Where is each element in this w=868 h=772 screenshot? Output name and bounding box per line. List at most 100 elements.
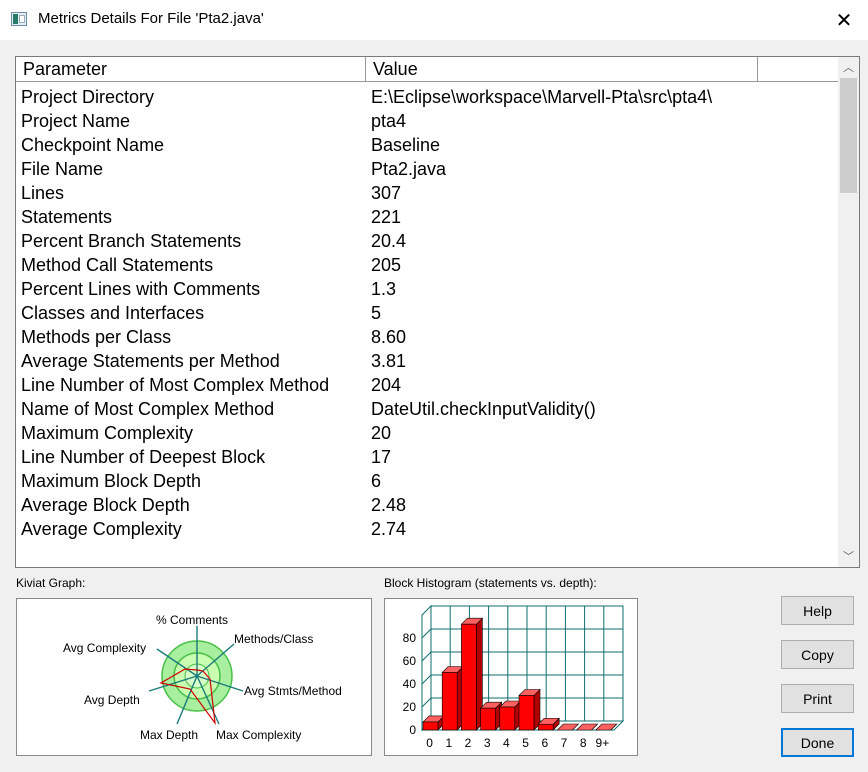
parameter-cell: Lines — [21, 183, 65, 203]
parameter-cell: File Name — [21, 159, 104, 179]
table-body: Project Directory E:\Eclipse\workspace\Ma… — [16, 85, 838, 541]
parameter-cell: Average Statements per Method — [21, 351, 280, 371]
histogram-x-tick-label: 8 — [580, 736, 587, 750]
table-row[interactable]: Percent Branch Statements 20.4 — [16, 229, 838, 253]
table-row[interactable]: Project Name pta4 — [16, 109, 838, 133]
table-row[interactable]: Line Number of Deepest Block 17 — [16, 445, 838, 469]
scroll-down-icon[interactable]: ﹀ — [838, 546, 859, 566]
value-cell: Pta2.java — [371, 159, 447, 179]
done-button[interactable]: Done — [781, 728, 854, 757]
value-cell: 2.74 — [371, 519, 407, 539]
scroll-thumb[interactable] — [840, 78, 857, 193]
table-row[interactable]: Lines 307 — [16, 181, 838, 205]
parameter-cell: Percent Lines with Comments — [21, 279, 261, 299]
close-button[interactable]: ✕ — [820, 0, 868, 40]
histogram-y-tick-label: 40 — [403, 677, 417, 691]
histogram-bar-front — [537, 723, 554, 731]
table-row[interactable]: Average Complexity 2.74 — [16, 517, 838, 541]
table-row[interactable]: File Name Pta2.java — [16, 157, 838, 181]
parameter-cell: Line Number of Most Complex Method — [21, 375, 330, 395]
value-cell: 5 — [371, 303, 382, 323]
kiviat-axis-label-avg-depth: Avg Depth — [84, 693, 140, 707]
kiviat-graph-label: Kiviat Graph: — [16, 576, 86, 590]
histogram-bar-front — [422, 721, 439, 731]
table-row[interactable]: Project Directory E:\Eclipse\workspace\Ma… — [16, 85, 838, 109]
app-icon — [11, 12, 27, 26]
kiviat-axis-label-comments: % Comments — [156, 613, 228, 627]
value-cell: 307 — [371, 183, 402, 203]
table-row[interactable]: Statements 221 — [16, 205, 838, 229]
histogram-x-tick-label: 2 — [465, 736, 472, 750]
parameter-cell: Statements — [21, 207, 113, 227]
table-row[interactable]: Maximum Block Depth 6 — [16, 469, 838, 493]
parameter-cell: Method Call Statements — [21, 255, 214, 275]
kiviat-axis-label-max-complexity: Max Complexity — [216, 728, 301, 742]
histogram-x-tick-label: 6 — [541, 736, 548, 750]
histogram-bar-front — [518, 695, 535, 731]
histogram-x-tick-label: 9+ — [596, 736, 610, 750]
table-row[interactable]: Methods per Class 8.60 — [16, 325, 838, 349]
parameter-cell: Maximum Block Depth — [21, 471, 202, 491]
value-cell: pta4 — [371, 111, 407, 131]
value-cell: 17 — [371, 447, 392, 467]
value-cell: Baseline — [371, 135, 441, 155]
value-cell: 20.4 — [371, 231, 407, 251]
histogram-bar — [518, 688, 541, 731]
column-header-filler — [758, 57, 838, 82]
kiviat-axis-label-max-depth: Max Depth — [140, 728, 198, 742]
table-row[interactable]: Percent Lines with Comments 1.3 — [16, 277, 838, 301]
value-cell: 3.81 — [371, 351, 407, 371]
histogram-y-tick-label: 80 — [403, 631, 417, 645]
table-row[interactable]: Average Block Depth 2.48 — [16, 493, 838, 517]
histogram-x-tick-label: 7 — [561, 736, 568, 750]
block-histogram: 0 20 40 60 80 0 1 2 3 4 5 6 7 8 9+ — [384, 598, 638, 756]
histogram-bar — [441, 665, 464, 731]
table-row[interactable]: Average Statements per Method 3.81 — [16, 349, 838, 373]
kiviat-axis-label-avg-complexity: Avg Complexity — [63, 641, 146, 655]
histogram-x-tick-label: 1 — [445, 736, 452, 750]
histogram-y-tick-label: 60 — [403, 654, 417, 668]
table-row[interactable]: Line Number of Most Complex Method 204 — [16, 373, 838, 397]
histogram-svg: 0204060800 1 2 3 4 5 6 7 8 9+ — [403, 604, 625, 750]
title-bar: Metrics Details For File 'Pta2.java' ✕ — [0, 0, 868, 40]
parameter-cell: Project Directory — [21, 87, 155, 107]
column-header-value[interactable]: Value — [366, 57, 758, 82]
histogram-label: Block Histogram (statements vs. depth): — [384, 576, 597, 590]
scroll-up-icon[interactable]: ︿ — [838, 57, 859, 77]
parameter-cell: Name of Most Complex Method — [21, 399, 275, 419]
histogram-x-tick-label: 0 — [426, 736, 433, 750]
histogram-bar — [499, 700, 522, 731]
table-header: Parameter Value — [16, 57, 838, 83]
value-cell: 8.60 — [371, 327, 407, 347]
parameter-cell: Average Block Depth — [21, 495, 190, 515]
histogram-bar-front — [461, 623, 477, 731]
parameter-cell: Classes and Interfaces — [21, 303, 205, 323]
histogram-x-tick-label: 3 — [484, 736, 491, 750]
histogram-x-tick-label: 4 — [503, 736, 510, 750]
copy-button[interactable]: Copy — [781, 640, 854, 669]
window-title: Metrics Details For File 'Pta2.java' — [38, 10, 264, 27]
value-cell: 20 — [371, 423, 392, 443]
column-header-parameter[interactable]: Parameter — [16, 57, 366, 82]
histogram-side-wall — [421, 604, 432, 732]
kiviat-svg: % Comments Methods/Class Avg Stmts/Metho… — [63, 613, 342, 742]
help-button[interactable]: Help — [781, 596, 854, 625]
table-row[interactable]: Name of Most Complex Method DateUtil.chec… — [16, 397, 838, 421]
kiviat-graph: % Comments Methods/Class Avg Stmts/Metho… — [16, 598, 372, 756]
table-row[interactable]: Method Call Statements 205 — [16, 253, 838, 277]
value-cell: 221 — [371, 207, 402, 227]
table-row[interactable]: Classes and Interfaces 5 — [16, 301, 838, 325]
histogram-bar-front — [441, 672, 458, 731]
parameter-cell: Maximum Complexity — [21, 423, 194, 443]
kiviat-axis-label-methods-class: Methods/Class — [234, 632, 313, 646]
table-row[interactable]: Maximum Complexity 20 — [16, 421, 838, 445]
value-cell: 1.3 — [371, 279, 397, 299]
parameter-cell: Line Number of Deepest Block — [21, 447, 266, 467]
value-cell: 2.48 — [371, 495, 407, 515]
histogram-bar-front — [499, 706, 516, 731]
histogram-bar — [479, 701, 503, 731]
table-row[interactable]: Checkpoint Name Baseline — [16, 133, 838, 157]
print-button[interactable]: Print — [781, 684, 854, 713]
vertical-scrollbar[interactable]: ︿ ﹀ — [838, 57, 859, 567]
kiviat-axis-label-avg-stmts: Avg Stmts/Method — [244, 684, 342, 698]
